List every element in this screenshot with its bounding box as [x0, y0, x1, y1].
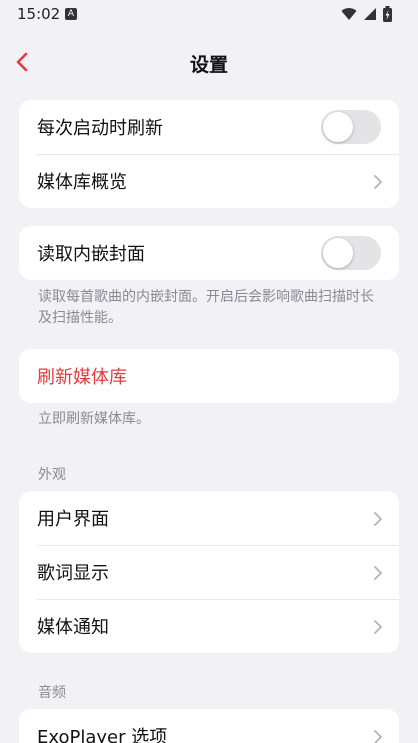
chevron-right-icon [374, 175, 382, 189]
exoplayer-options-row[interactable]: ExoPlayer 选项 [19, 709, 399, 743]
media-notification-label: 媒体通知 [37, 617, 109, 638]
chevron-right-icon [374, 730, 382, 743]
chevron-right-icon [374, 512, 382, 526]
chevron-right-icon [374, 620, 382, 634]
refresh-on-start-label: 每次启动时刷新 [37, 118, 163, 139]
cell-signal-icon [364, 8, 376, 20]
read-embedded-cover-row[interactable]: 读取内嵌封面 [19, 226, 399, 280]
library-overview-row[interactable]: 媒体库概览 [19, 154, 399, 208]
toggle-knob [323, 112, 353, 142]
refresh-library-row[interactable]: 刷新媒体库 [19, 349, 399, 403]
user-interface-label: 用户界面 [37, 509, 109, 530]
settings-screen: 15:02 A 设置 每次启动时刷新 媒体库概览 读取内嵌封面 读取每首歌曲的内… [0, 0, 418, 743]
appearance-card: 用户界面 歌词显示 媒体通知 [19, 491, 399, 653]
status-bar: 15:02 A [0, 0, 418, 30]
library-overview-label: 媒体库概览 [37, 172, 127, 193]
chevron-right-icon [374, 566, 382, 580]
audio-section-header: 音频 [38, 685, 66, 701]
status-icons [341, 6, 392, 22]
refresh-library-card: 刷新媒体库 [19, 349, 399, 403]
wifi-icon [341, 8, 357, 20]
lyrics-display-row[interactable]: 歌词显示 [19, 545, 399, 599]
battery-icon [383, 6, 392, 22]
refresh-on-start-row[interactable]: 每次启动时刷新 [19, 100, 399, 154]
read-embedded-cover-toggle[interactable] [321, 236, 381, 270]
user-interface-row[interactable]: 用户界面 [19, 491, 399, 545]
refresh-library-label: 刷新媒体库 [37, 367, 127, 388]
refresh-library-footnote: 立即刷新媒体库。 [38, 411, 150, 427]
exoplayer-options-label: ExoPlayer 选项 [37, 727, 168, 743]
embedded-cover-footnote: 读取每首歌曲的内嵌封面。开启后会影响歌曲扫描时长及扫描性能。 [38, 289, 374, 326]
lyrics-display-label: 歌词显示 [37, 563, 109, 584]
refresh-on-start-toggle[interactable] [321, 110, 381, 144]
read-embedded-cover-label: 读取内嵌封面 [37, 244, 145, 265]
appearance-section-header: 外观 [38, 467, 66, 483]
general-settings-card: 每次启动时刷新 媒体库概览 [19, 100, 399, 208]
audio-card: ExoPlayer 选项 [19, 709, 399, 743]
toggle-knob [323, 238, 353, 268]
status-time: 15:02 [17, 5, 61, 23]
page-title: 设置 [189, 54, 228, 76]
media-notification-row[interactable]: 媒体通知 [19, 599, 399, 653]
embedded-cover-card: 读取内嵌封面 [19, 226, 399, 280]
notification-icon: A [65, 8, 77, 20]
